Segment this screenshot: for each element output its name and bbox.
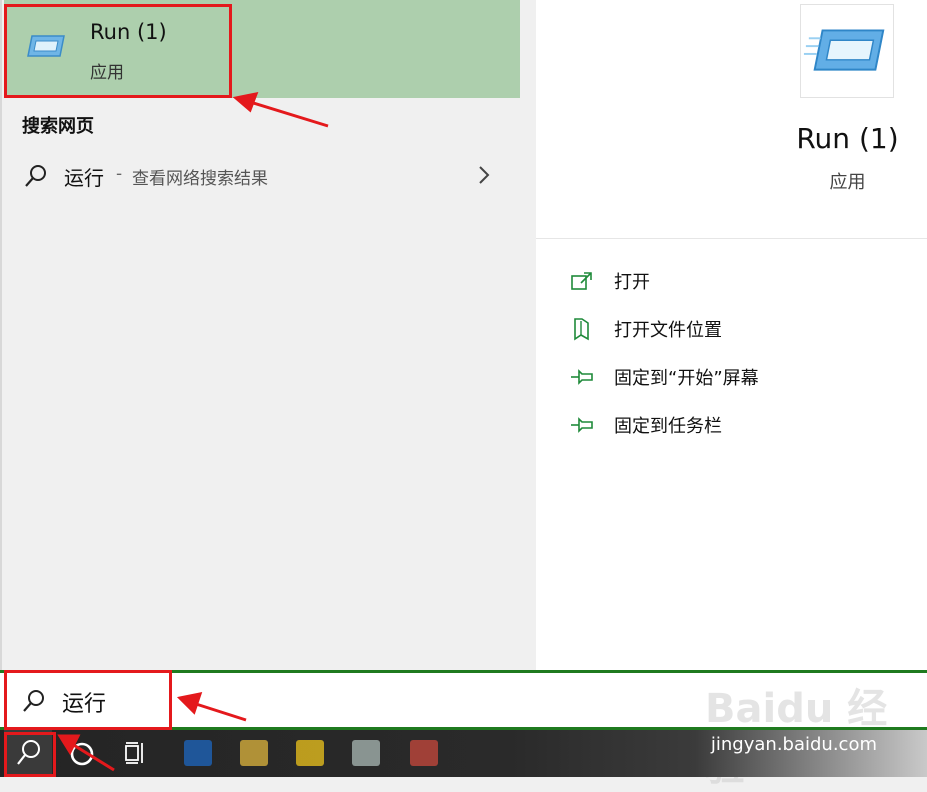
best-match-subtitle: 应用 [90, 63, 124, 83]
pin-icon [571, 369, 593, 385]
taskbar-app-explorer-icon[interactable] [240, 740, 268, 766]
web-separator: - [116, 164, 123, 184]
preview-divider [536, 238, 927, 239]
file-location-icon [574, 318, 589, 341]
chevron-right-icon [479, 166, 490, 184]
web-hint-text: 查看网络搜索结果 [132, 169, 268, 189]
cortana-button[interactable] [58, 730, 106, 777]
best-match-title: Run (1) [90, 20, 167, 44]
taskbar-app-chrome-icon[interactable] [410, 740, 438, 766]
web-section-header: 搜索网页 [22, 116, 94, 137]
action-pin-to-taskbar[interactable]: 固定到任务栏 [570, 410, 910, 440]
results-pane: Run (1) 应用 搜索网页 运行 - 查看网络搜索结果 [0, 0, 520, 670]
run-app-large-icon [803, 29, 885, 71]
taskbar-app-notes-icon[interactable] [296, 740, 324, 766]
best-match-run-app[interactable]: Run (1) 应用 [4, 0, 520, 98]
action-open[interactable]: 打开 [570, 266, 910, 296]
preview-title: Run (1) [796, 122, 899, 155]
run-app-icon [27, 35, 65, 57]
action-open-file-location[interactable]: 打开文件位置 [570, 314, 910, 344]
task-view-icon [125, 742, 143, 764]
web-query-text: 运行 [64, 166, 104, 190]
search-input[interactable] [60, 681, 464, 723]
cortana-icon [70, 742, 94, 766]
taskbar-app-shield-icon[interactable] [352, 740, 380, 766]
search-icon [17, 740, 40, 765]
pin-icon [571, 417, 593, 433]
preview-pane: Run (1) 应用 打开 打开文件位置 固定到“开始”屏幕 固定到任务栏 [536, 0, 927, 670]
action-open-file-location-label: 打开文件位置 [614, 320, 722, 341]
action-pin-to-taskbar-label: 固定到任务栏 [614, 416, 722, 437]
web-search-result[interactable]: 运行 - 查看网络搜索结果 [4, 152, 520, 200]
watermark-text: jingyan.baidu.com [710, 734, 877, 755]
preview-subtitle: 应用 [829, 172, 866, 193]
action-pin-to-start[interactable]: 固定到“开始”屏幕 [570, 362, 910, 392]
search-icon [25, 165, 46, 187]
taskbar-app-edge-icon[interactable] [184, 740, 212, 766]
preview-app-tile [800, 4, 894, 98]
action-open-label: 打开 [614, 272, 650, 293]
open-icon [571, 272, 592, 290]
task-view-button[interactable] [114, 730, 162, 777]
search-icon [23, 690, 44, 712]
action-pin-to-start-label: 固定到“开始”屏幕 [614, 368, 759, 389]
taskbar-search-button[interactable] [4, 730, 52, 777]
